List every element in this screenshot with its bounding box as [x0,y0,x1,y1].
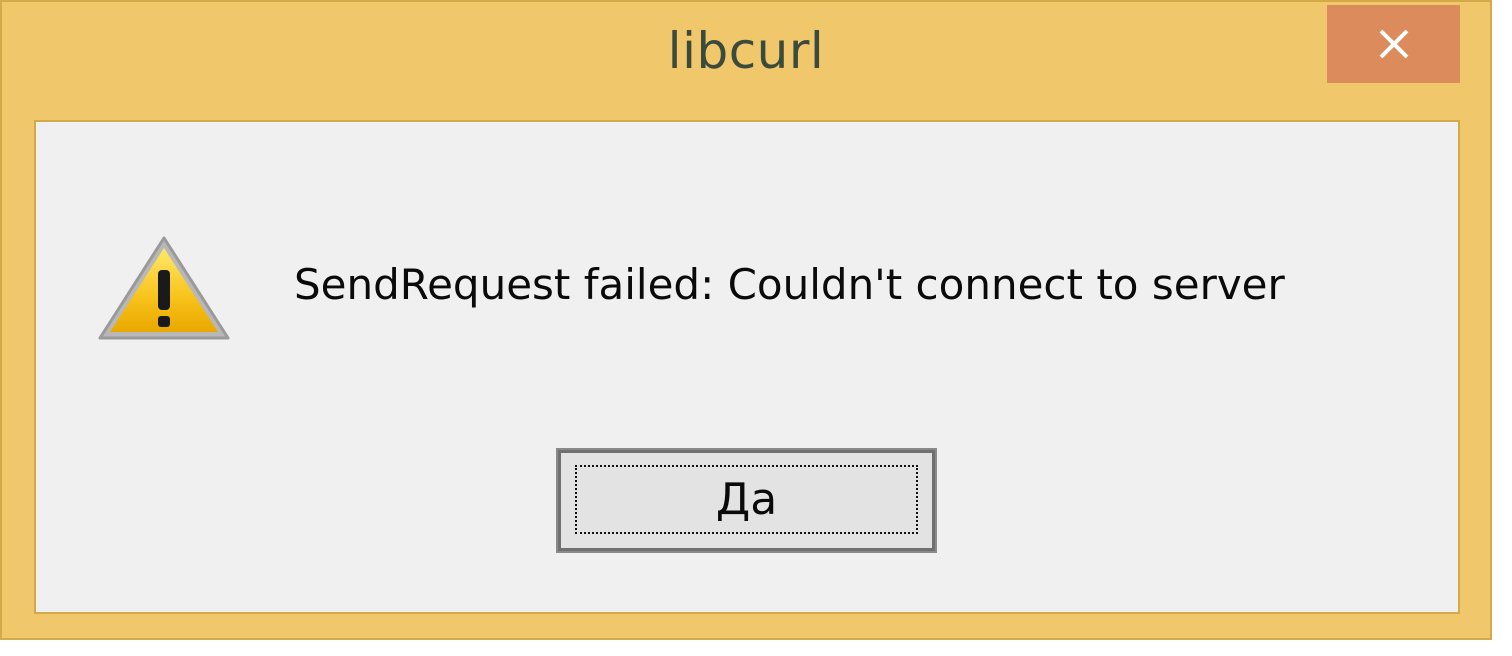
close-button[interactable] [1327,5,1460,83]
focus-rectangle: Да [575,465,918,534]
warning-icon [98,236,230,340]
title-bar[interactable]: libcurl [2,2,1490,120]
dialog-window: libcurl SendRequest failed: Couldn't con… [0,0,1492,640]
error-message: SendRequest failed: Couldn't connect to … [294,260,1285,309]
dialog-body: SendRequest failed: Couldn't connect to … [34,120,1460,614]
ok-button[interactable]: Да [556,448,937,553]
close-icon [1379,29,1408,59]
window-title: libcurl [667,22,825,80]
ok-button-label: Да [715,473,778,525]
